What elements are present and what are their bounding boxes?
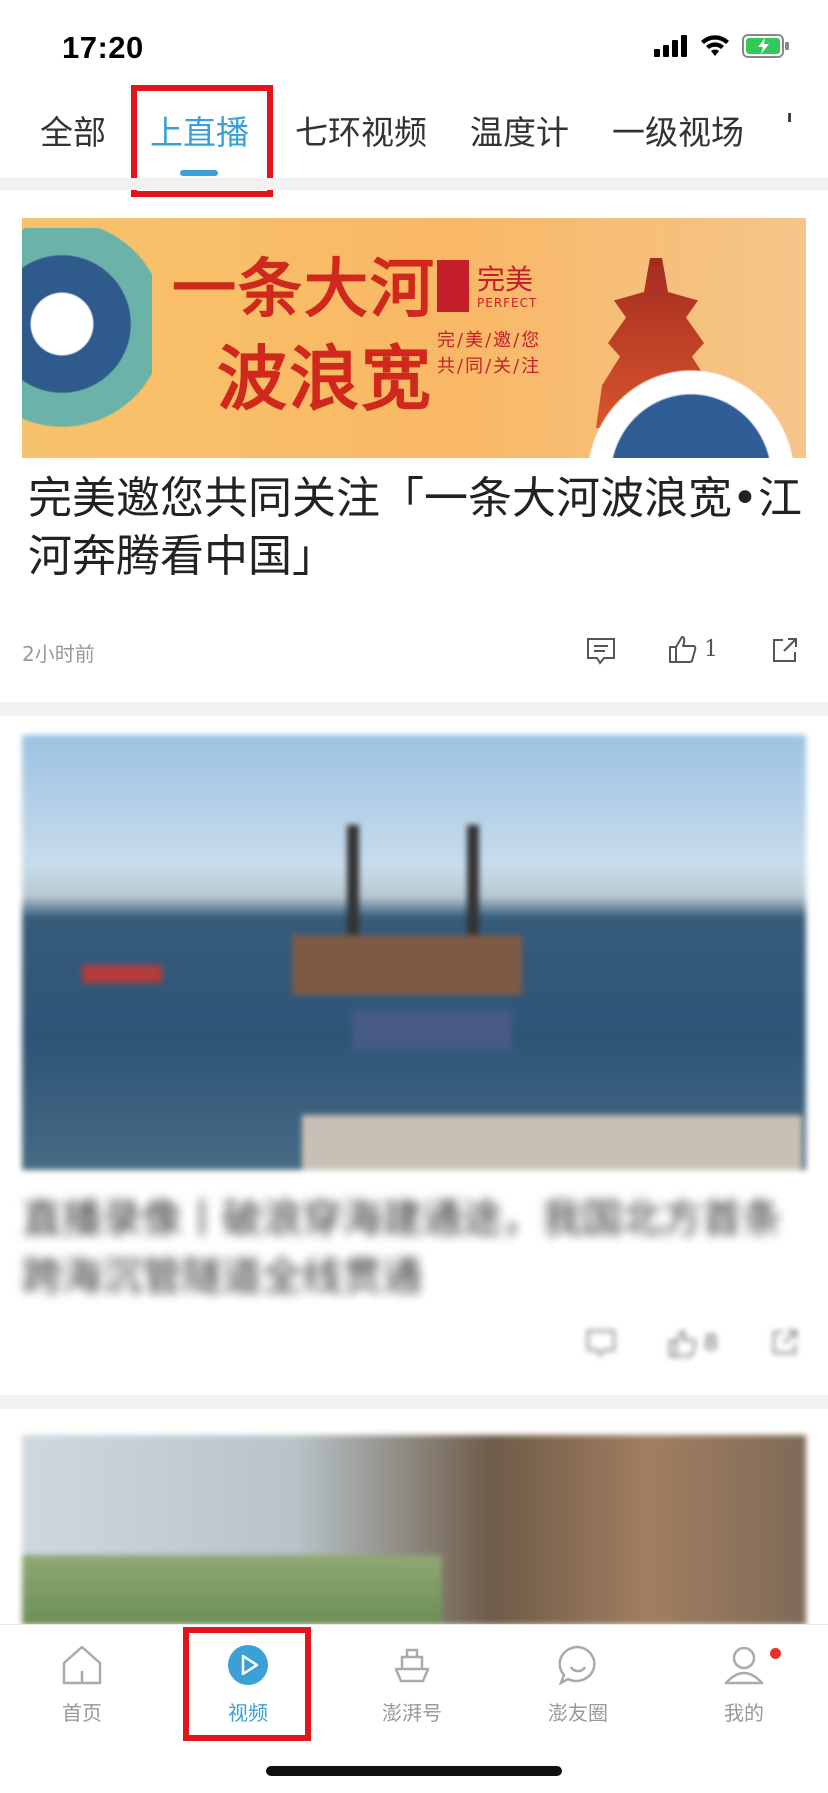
- comment-icon: [587, 1330, 615, 1357]
- banner-slogan-1: 完/美/邀/您: [437, 330, 542, 351]
- like-button-blurred[interactable]: 8: [668, 1328, 718, 1358]
- barge: [292, 935, 522, 995]
- feed-divider: [0, 702, 828, 716]
- banner-slogan-2: 共/同/关/注: [437, 356, 542, 377]
- feed-banner-image[interactable]: 一条大河 波浪宽 完美 PERFECT 完/美/邀/您 共/同/关/注: [22, 218, 806, 458]
- notification-dot: [770, 1648, 781, 1659]
- nav-home-label: 首页: [62, 1701, 102, 1725]
- home-icon: [62, 1645, 102, 1685]
- nav-pengyou-quan[interactable]: 澎友圈: [518, 1643, 638, 1726]
- ship-icon: [394, 1648, 430, 1683]
- signal-icon: [654, 35, 687, 57]
- thumbs-up-icon: [669, 1329, 697, 1357]
- home-indicator[interactable]: [266, 1766, 562, 1776]
- wave-illustration: [22, 228, 152, 458]
- tab-thermometer[interactable]: 温度计: [470, 106, 569, 154]
- feed-item-title-blurred[interactable]: 直播录像丨破浪穿海建通途，我国北方首条跨海沉管隧道全线贯通: [22, 1190, 802, 1306]
- nav-profile-label: 我的: [724, 1701, 764, 1725]
- share-icon: [773, 1330, 797, 1354]
- vessel: [352, 1010, 512, 1050]
- nav-home[interactable]: 首页: [22, 1643, 142, 1726]
- battery-charging-icon: [742, 34, 789, 58]
- share-icon: [773, 638, 797, 662]
- chat-bubble-icon: [558, 1645, 596, 1686]
- tab-all[interactable]: 全部: [40, 106, 106, 154]
- comment-button[interactable]: [585, 636, 617, 666]
- share-button[interactable]: [771, 636, 799, 664]
- comment-button-blurred[interactable]: [585, 1328, 617, 1358]
- status-icons: [654, 34, 790, 58]
- tabs-divider: [0, 178, 828, 190]
- thumbs-up-icon: [669, 636, 697, 663]
- tab-qihuan-video[interactable]: 七环视频: [295, 106, 427, 154]
- feed-video-thumbnail[interactable]: [22, 735, 806, 1170]
- video-play-icon: [228, 1645, 268, 1685]
- tab-live[interactable]: 上直播: [150, 106, 249, 154]
- active-tab-indicator: [180, 170, 218, 176]
- nav-video-label: 视频: [228, 1701, 268, 1725]
- tab-more-partial[interactable]: ': [785, 106, 805, 145]
- like-count: 1: [704, 636, 718, 662]
- feed-item-time: 2小时前: [22, 642, 95, 666]
- brand-name-cn: 完美: [477, 263, 534, 296]
- nav-pengpai-hao-label: 澎湃号: [382, 1701, 442, 1725]
- banner-headline-1: 一条大河: [172, 252, 436, 327]
- category-tabs: 全部 上直播 七环视频 温度计 一级视场 ': [0, 88, 828, 178]
- feed-item-title[interactable]: 完美邀您共同关注「一条大河波浪宽•江河奔腾看中国」: [28, 470, 808, 586]
- feed-image-3[interactable]: [22, 1435, 806, 1625]
- nav-pengpai-hao[interactable]: 澎湃号: [352, 1643, 472, 1726]
- wifi-icon: [701, 35, 729, 56]
- status-bar: 17:20: [0, 0, 828, 88]
- wave-illustration-right: [566, 348, 806, 458]
- brand-name-en: PERFECT: [477, 296, 538, 310]
- like-button[interactable]: 1: [668, 634, 718, 664]
- banner-headline-2: 波浪宽: [217, 337, 433, 420]
- small-boat: [82, 965, 162, 983]
- feed-divider-2: [0, 1395, 828, 1409]
- profile-icon: [724, 1646, 764, 1685]
- tab-first-level-view[interactable]: 一级视场: [612, 106, 744, 154]
- comment-icon: [587, 638, 615, 665]
- share-button-blurred[interactable]: [771, 1328, 799, 1356]
- nav-profile[interactable]: 我的: [684, 1643, 804, 1726]
- pier: [302, 1115, 802, 1170]
- like-count-blurred: 8: [704, 1330, 718, 1356]
- status-time: 17:20: [62, 30, 144, 65]
- nav-video[interactable]: 视频: [188, 1643, 308, 1726]
- grass: [22, 1555, 442, 1625]
- nav-pengyou-quan-label: 澎友圈: [548, 1701, 608, 1725]
- perfect-logo-mark: [437, 260, 469, 312]
